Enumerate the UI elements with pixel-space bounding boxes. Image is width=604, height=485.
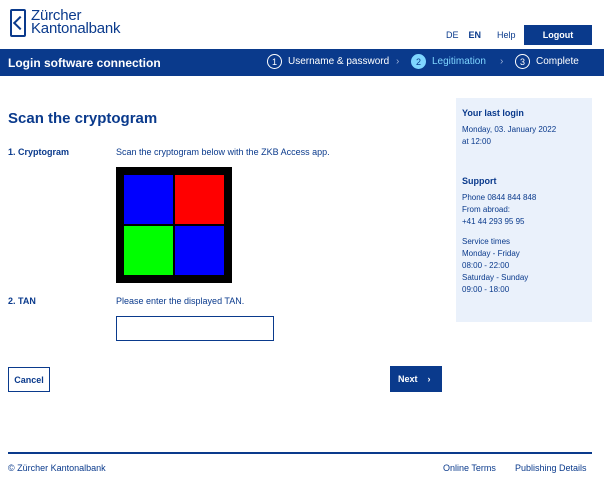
support-abroad-phone[interactable]: +41 44 293 95 95 <box>462 216 525 228</box>
progress-band: Login software connection 1 Username & p… <box>0 49 604 76</box>
last-login-date: Monday, 03. January 2022 <box>462 125 557 134</box>
chevron-right-icon: › <box>500 56 504 67</box>
step-label-2: Legitimation <box>432 56 486 67</box>
lang-de-link[interactable]: DE <box>446 30 459 40</box>
info-sidebar: Your last login Monday, 03. January 2022… <box>456 98 592 322</box>
footer-copyright: © Zürcher Kantonalbank <box>8 463 106 473</box>
zkb-logo-text: Zürcher Kantonalbank <box>31 8 121 37</box>
logout-button[interactable]: Logout <box>524 25 592 45</box>
support-phone[interactable]: Phone 0844 844 848 <box>462 192 536 204</box>
cryptogram-cell <box>175 226 224 275</box>
top-links: DE EN Help <box>446 30 516 40</box>
service-times-title: Service times <box>462 237 511 246</box>
help-link[interactable]: Help <box>497 30 516 40</box>
cryptogram-label: 1. Cryptogram <box>8 147 70 157</box>
step-legitimation: 2 Legitimation <box>411 54 486 69</box>
service-weekend-hours: 09:00 - 18:00 <box>462 285 510 294</box>
page-title: Login software connection <box>8 56 161 70</box>
support-title: Support <box>462 176 497 186</box>
step-number-1: 1 <box>267 54 282 69</box>
service-weekday: Monday - Friday <box>462 249 520 258</box>
service-weekend: Saturday - Sunday <box>462 273 529 282</box>
step-number-2: 2 <box>411 54 426 69</box>
section-title: Scan the cryptogram <box>8 110 158 127</box>
chevron-right-icon: › <box>427 374 431 384</box>
service-weekday-hours: 08:00 - 22:00 <box>462 261 510 270</box>
cryptogram-cell <box>124 226 173 275</box>
next-button[interactable]: Next › <box>390 366 442 392</box>
last-login-title: Your last login <box>462 108 524 118</box>
lang-en-link[interactable]: EN <box>469 30 482 40</box>
cryptogram-instruction: Scan the cryptogram below with the ZKB A… <box>116 147 330 157</box>
next-button-label: Next <box>398 374 418 384</box>
zkb-logo-icon <box>10 9 26 37</box>
step-complete: 3 Complete <box>515 54 579 69</box>
step-username-password: 1 Username & password <box>267 54 389 69</box>
tan-input[interactable] <box>116 316 274 341</box>
tan-label: 2. TAN <box>8 296 36 306</box>
chevron-right-icon: › <box>396 56 400 67</box>
last-login-time: at 12:00 <box>462 137 491 146</box>
step-number-3: 3 <box>515 54 530 69</box>
cryptogram-cell <box>124 175 173 224</box>
online-terms-link[interactable]: Online Terms <box>443 463 496 473</box>
tan-instruction: Please enter the displayed TAN. <box>116 296 245 306</box>
logo-line2: Kantonalbank <box>31 20 121 37</box>
cancel-button[interactable]: Cancel <box>8 367 50 392</box>
cryptogram-image <box>116 167 232 283</box>
step-label-1: Username & password <box>288 56 390 67</box>
support-abroad-label: From abroad: <box>462 205 511 214</box>
zkb-logo[interactable]: Zürcher Kantonalbank <box>10 8 130 39</box>
cryptogram-cell <box>175 175 224 224</box>
publishing-details-link[interactable]: Publishing Details <box>515 463 587 473</box>
footer-divider <box>8 452 592 454</box>
step-label-3: Complete <box>536 56 579 67</box>
